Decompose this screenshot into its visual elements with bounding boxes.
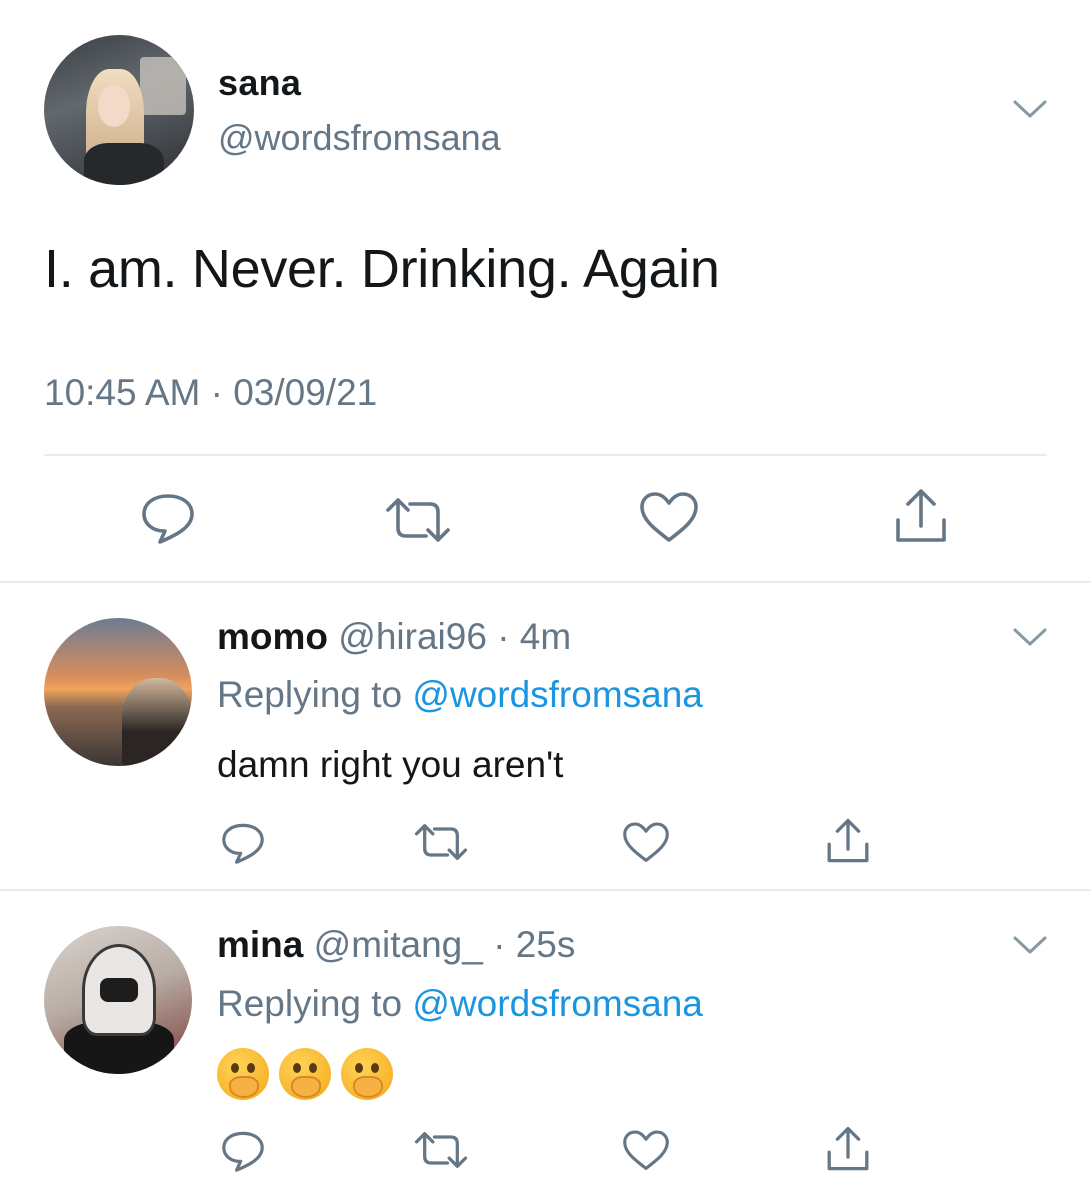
replying-to: Replying to @wordsfromsana: [217, 983, 703, 1025]
display-name[interactable]: momo: [217, 616, 328, 657]
share-icon[interactable]: [888, 486, 954, 546]
retweet-icon[interactable]: [410, 820, 472, 864]
separator: [0, 889, 1091, 891]
reply-emojis: [217, 1048, 393, 1100]
like-icon[interactable]: [620, 1128, 672, 1174]
avatar-background: [140, 57, 186, 115]
separator: [0, 581, 1091, 583]
like-icon[interactable]: [620, 820, 672, 866]
mention-link[interactable]: @wordsfromsana: [412, 983, 703, 1024]
share-icon[interactable]: [821, 816, 875, 866]
replying-to-label: Replying to: [217, 674, 413, 715]
avatar-mask: [100, 978, 138, 1002]
share-icon[interactable]: [821, 1124, 875, 1174]
replying-to-label: Replying to: [217, 983, 413, 1024]
avatar-face: [98, 85, 130, 127]
reply-header: mina @mitang_ · 25s: [217, 924, 575, 966]
retweet-icon[interactable]: [410, 1128, 472, 1172]
reply-icon[interactable]: [136, 490, 200, 546]
tweet-thread: sana @wordsfromsana I. am. Never. Drinki…: [0, 0, 1091, 1200]
avatar-body: [84, 143, 164, 185]
reply-icon[interactable]: [218, 820, 268, 866]
handle-and-time: @mitang_ · 25s: [313, 924, 576, 965]
tweet-timestamp[interactable]: 10:45 AM · 03/09/21: [44, 372, 377, 414]
avatar[interactable]: [44, 35, 194, 185]
chevron-down-icon[interactable]: [1013, 99, 1047, 119]
face-with-hand-over-mouth-emoji: [217, 1048, 269, 1100]
mention-link[interactable]: @wordsfromsana: [412, 674, 703, 715]
avatar-person: [122, 678, 192, 766]
face-with-hand-over-mouth-emoji: [279, 1048, 331, 1100]
avatar[interactable]: [44, 926, 192, 1074]
chevron-down-icon[interactable]: [1013, 935, 1047, 955]
divider: [44, 454, 1047, 456]
reply-text: damn right you aren't: [217, 744, 564, 785]
display-name[interactable]: mina: [217, 924, 303, 965]
user-handle[interactable]: @wordsfromsana: [218, 117, 501, 159]
reply-icon[interactable]: [218, 1128, 268, 1174]
chevron-down-icon[interactable]: [1013, 627, 1047, 647]
retweet-icon[interactable]: [380, 494, 456, 546]
reply-header: momo @hirai96 · 4m: [217, 616, 571, 658]
face-with-hand-over-mouth-emoji: [341, 1048, 393, 1100]
handle-and-time: @hirai96 · 4m: [338, 616, 572, 657]
avatar[interactable]: [44, 618, 192, 766]
like-icon[interactable]: [636, 490, 702, 546]
display-name[interactable]: sana: [218, 62, 301, 104]
replying-to: Replying to @wordsfromsana: [217, 674, 703, 716]
tweet-text: I. am. Never. Drinking. Again: [44, 239, 720, 299]
main-tweet: sana @wordsfromsana I. am. Never. Drinki…: [0, 0, 1091, 583]
